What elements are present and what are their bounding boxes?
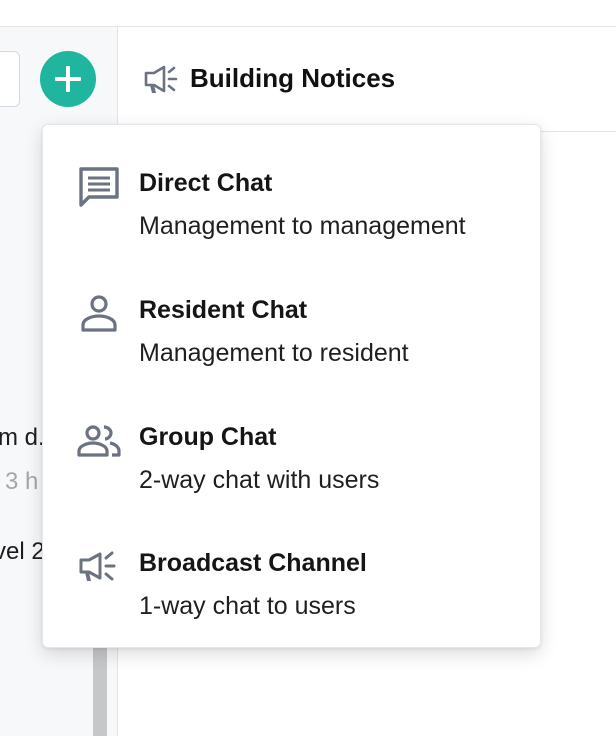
plus-icon xyxy=(55,66,81,92)
menu-item-title: Broadcast Channel xyxy=(139,549,367,577)
search-input[interactable] xyxy=(0,51,20,107)
app-window: m d. 3 h vel 2 Building Notices Direct C… xyxy=(0,0,616,736)
chat-bubble-icon xyxy=(79,167,119,207)
menu-item-title: Group Chat xyxy=(139,423,277,451)
people-icon xyxy=(77,425,121,457)
menu-item-subtitle: Management to management xyxy=(139,212,466,240)
top-bar xyxy=(0,0,616,27)
menu-item-broadcast-channel[interactable]: Broadcast Channel 1-way chat to users xyxy=(43,515,540,635)
add-chat-button[interactable] xyxy=(40,51,96,107)
new-chat-menu: Direct Chat Management to management Res… xyxy=(42,124,541,648)
page-title: Building Notices xyxy=(190,63,396,93)
scrollbar[interactable] xyxy=(93,647,107,736)
menu-item-subtitle: 2-way chat with users xyxy=(139,466,380,494)
megaphone-icon xyxy=(79,551,116,581)
channel-header: Building Notices xyxy=(118,27,616,132)
menu-item-group-chat[interactable]: Group Chat 2-way chat with users xyxy=(43,389,540,509)
chat-preview-time: 3 h xyxy=(5,468,39,495)
menu-item-direct-chat[interactable]: Direct Chat Management to management xyxy=(43,135,540,255)
chat-preview-text: m d. xyxy=(0,424,45,451)
menu-item-resident-chat[interactable]: Resident Chat Management to resident xyxy=(43,262,540,382)
megaphone-icon xyxy=(144,65,178,93)
menu-item-subtitle: Management to resident xyxy=(139,339,409,367)
menu-item-title: Resident Chat xyxy=(139,296,308,324)
menu-item-title: Direct Chat xyxy=(139,169,273,197)
person-icon xyxy=(81,295,117,332)
chat-preview-text: vel 2 xyxy=(0,538,45,565)
menu-item-subtitle: 1-way chat to users xyxy=(139,592,356,620)
